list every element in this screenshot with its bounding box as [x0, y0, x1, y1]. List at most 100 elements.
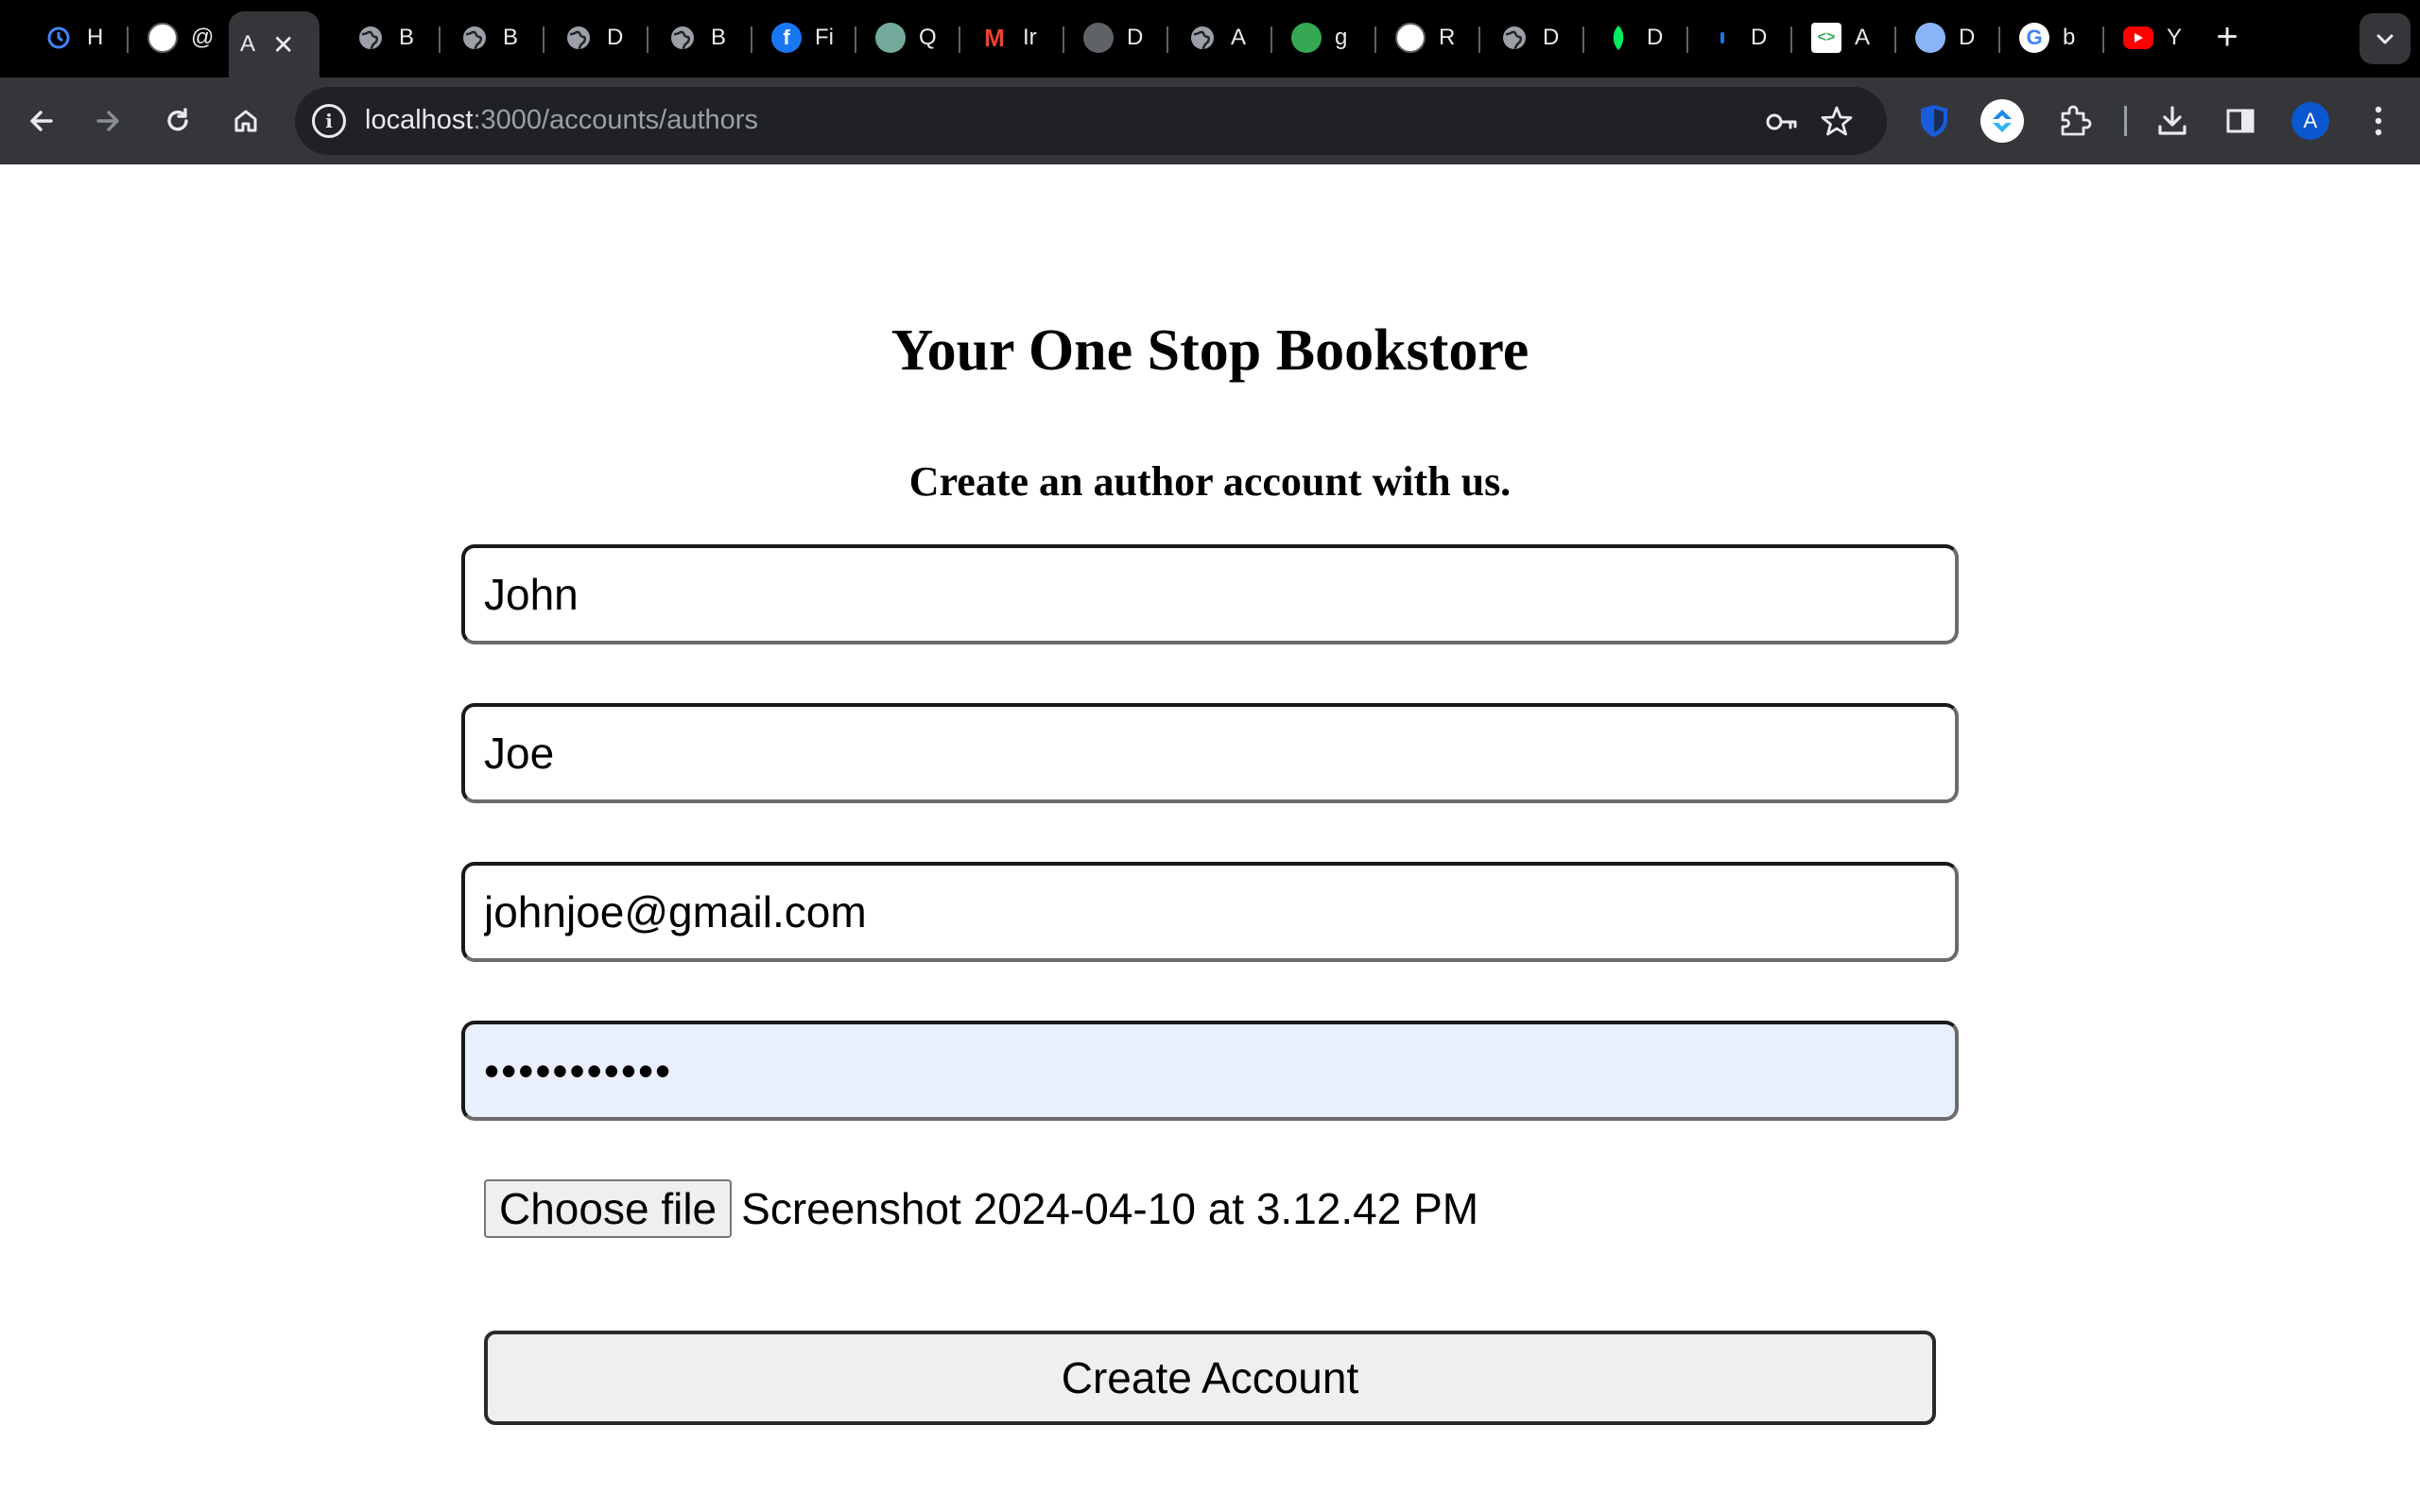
close-tab-icon[interactable]: ✕ — [272, 29, 294, 60]
url-text[interactable]: localhost:3000/accounts/authors — [365, 105, 758, 136]
tab-title: Ir — [1023, 25, 1037, 50]
more-vertical-icon — [2375, 106, 2382, 136]
tab-separator — [1063, 26, 1064, 53]
tab-title: D — [1959, 25, 1976, 50]
tab-separator — [855, 26, 856, 53]
chevron-down-icon — [2377, 34, 2394, 44]
browser-tab[interactable]: <> A — [1794, 13, 1896, 62]
home-button[interactable] — [221, 96, 270, 146]
tab-separator — [1894, 26, 1896, 53]
last-name-input[interactable] — [461, 703, 1959, 803]
tab-title: Fi — [815, 25, 834, 50]
tab-separator — [1374, 26, 1376, 53]
leaf-icon — [1603, 23, 1634, 53]
side-panel-button[interactable] — [2218, 98, 2263, 144]
browser-tab[interactable]: D — [1482, 13, 1584, 62]
tab-separator — [647, 26, 648, 53]
site-info-icon[interactable]: i — [312, 104, 346, 138]
page-title: Your One Stop Bookstore — [890, 318, 1530, 383]
browser-menu-button[interactable] — [2356, 98, 2401, 144]
browser-tab[interactable]: @ — [130, 13, 233, 62]
bitwarden-extension-icon[interactable] — [1911, 98, 1957, 144]
forward-button[interactable] — [83, 96, 132, 146]
downloads-button[interactable] — [2150, 98, 2195, 144]
browser-tab[interactable]: D — [1066, 13, 1168, 62]
browser-tab[interactable]: g — [1274, 13, 1376, 62]
profile-avatar[interactable]: A — [2291, 102, 2329, 140]
tab-separator — [127, 26, 129, 53]
tab-title: H — [87, 25, 104, 50]
new-tab-button[interactable]: + — [2208, 18, 2246, 57]
url-path: :3000/accounts/authors — [473, 105, 758, 135]
globe-icon — [1499, 23, 1530, 53]
browser-tab[interactable]: B — [442, 13, 544, 62]
chatgpt-icon — [875, 23, 906, 53]
contacts-icon — [1083, 23, 1114, 53]
browser-tab[interactable]: B — [650, 13, 752, 62]
arrow-left-icon — [30, 111, 53, 131]
password-input[interactable]: ••••••••••• — [461, 1021, 1959, 1121]
browser-tab[interactable]: R — [1378, 13, 1480, 62]
sync-icon — [1980, 99, 2024, 143]
browser-tab[interactable]: Q — [858, 13, 960, 62]
tab-separator — [1478, 26, 1480, 53]
password-key-icon[interactable] — [1764, 104, 1800, 140]
tab-title: D — [1647, 25, 1664, 50]
dot-icon — [1707, 23, 1737, 53]
page-subtitle: Create an author account with us. — [908, 458, 1512, 505]
browser-toolbar: i localhost:3000/accounts/authors A — [0, 77, 2420, 164]
tab-separator — [1270, 26, 1272, 53]
gmail-icon: M — [984, 23, 1005, 52]
globe-icon — [1187, 23, 1218, 53]
youtube-icon — [2123, 26, 2153, 49]
page-content: Your One Stop Bookstore Create an author… — [0, 164, 2420, 1512]
create-account-button[interactable]: Create Account — [484, 1331, 1936, 1425]
tab-title: @ — [191, 25, 214, 50]
reload-icon — [167, 108, 188, 131]
browser-tab[interactable]: Y — [2106, 13, 2208, 62]
tab-separator — [1790, 26, 1792, 53]
globe-icon — [355, 23, 386, 53]
browser-tab[interactable]: B — [338, 13, 441, 62]
browser-tab[interactable]: Gb — [2002, 13, 2104, 62]
app-icon — [147, 23, 178, 53]
reload-button[interactable] — [153, 96, 202, 146]
browser-tab[interactable]: A ✕ — [229, 11, 320, 77]
back-button[interactable] — [17, 96, 66, 146]
tab-title: B — [503, 25, 519, 50]
pen-icon — [1395, 23, 1426, 53]
extensions-button[interactable] — [2051, 98, 2097, 144]
tab-title: B — [711, 25, 727, 50]
tab-separator — [959, 26, 960, 53]
bookmark-star-icon[interactable] — [1819, 104, 1855, 140]
password-mask: ••••••••••• — [484, 1046, 673, 1095]
tab-title: D — [607, 25, 624, 50]
tab-separator — [2102, 26, 2104, 53]
tab-separator — [1582, 26, 1584, 53]
download-icon — [2158, 106, 2187, 135]
history-icon — [43, 23, 74, 53]
star-icon — [1821, 106, 1853, 136]
tab-title: b — [2063, 25, 2076, 50]
address-bar[interactable]: i localhost:3000/accounts/authors — [295, 87, 1887, 155]
globe-icon — [667, 23, 698, 53]
browser-tab[interactable]: A — [1170, 13, 1272, 62]
browser-tab[interactable]: M Ir — [962, 13, 1064, 62]
check-icon — [1291, 23, 1322, 53]
first-name-input[interactable] — [461, 544, 1959, 644]
browser-tab[interactable]: D — [1690, 13, 1792, 62]
browser-tab[interactable]: D — [1898, 13, 2000, 62]
choose-file-button[interactable]: Choose file — [484, 1179, 733, 1238]
browser-tab[interactable]: D — [546, 13, 648, 62]
tab-title: A — [1231, 25, 1247, 50]
google-icon: G — [2019, 23, 2049, 53]
tab-title: D — [1751, 25, 1768, 50]
globe-icon — [459, 23, 490, 53]
browser-tab[interactable]: D — [1586, 13, 1688, 62]
sync-extension-icon[interactable] — [1979, 98, 2025, 144]
tab-separator — [1167, 26, 1168, 53]
browser-tab[interactable]: H — [26, 13, 129, 62]
tab-search-button[interactable] — [2360, 13, 2411, 64]
browser-tab[interactable]: f Fi — [754, 13, 856, 62]
email-input[interactable] — [461, 862, 1959, 962]
